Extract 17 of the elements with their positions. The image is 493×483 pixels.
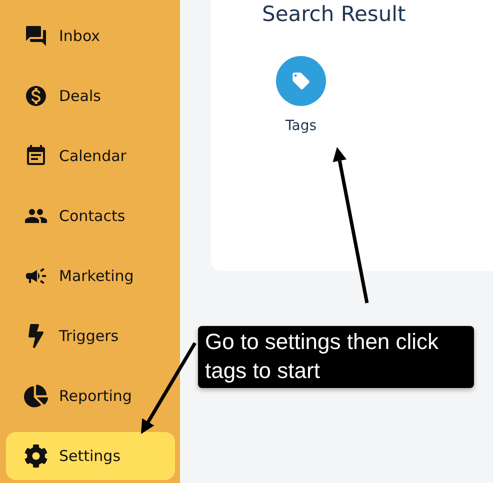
sidebar-item[interactable]: Deals xyxy=(6,72,175,120)
sidebar-item[interactable]: Inbox xyxy=(6,12,175,60)
result-label[interactable]: Tags xyxy=(286,118,316,134)
sidebar-item[interactable]: Settings xyxy=(6,432,175,480)
callout: Go to settings then click tags to start xyxy=(198,326,474,388)
calendar-icon xyxy=(24,144,48,168)
pie-chart-icon xyxy=(24,384,48,408)
chat-icon xyxy=(24,24,48,48)
card-title: Search Result xyxy=(262,2,406,26)
sidebar-item[interactable]: Marketing xyxy=(6,252,175,300)
sidebar-item[interactable]: Contacts xyxy=(6,192,175,240)
tag-icon[interactable] xyxy=(276,56,326,106)
dollar-icon xyxy=(24,84,48,108)
sidebar-item[interactable]: Calendar xyxy=(6,132,175,180)
sidebar-item[interactable]: Reporting xyxy=(6,372,175,420)
sidebar-item[interactable]: Triggers xyxy=(6,312,175,360)
settings-icon xyxy=(24,444,48,468)
